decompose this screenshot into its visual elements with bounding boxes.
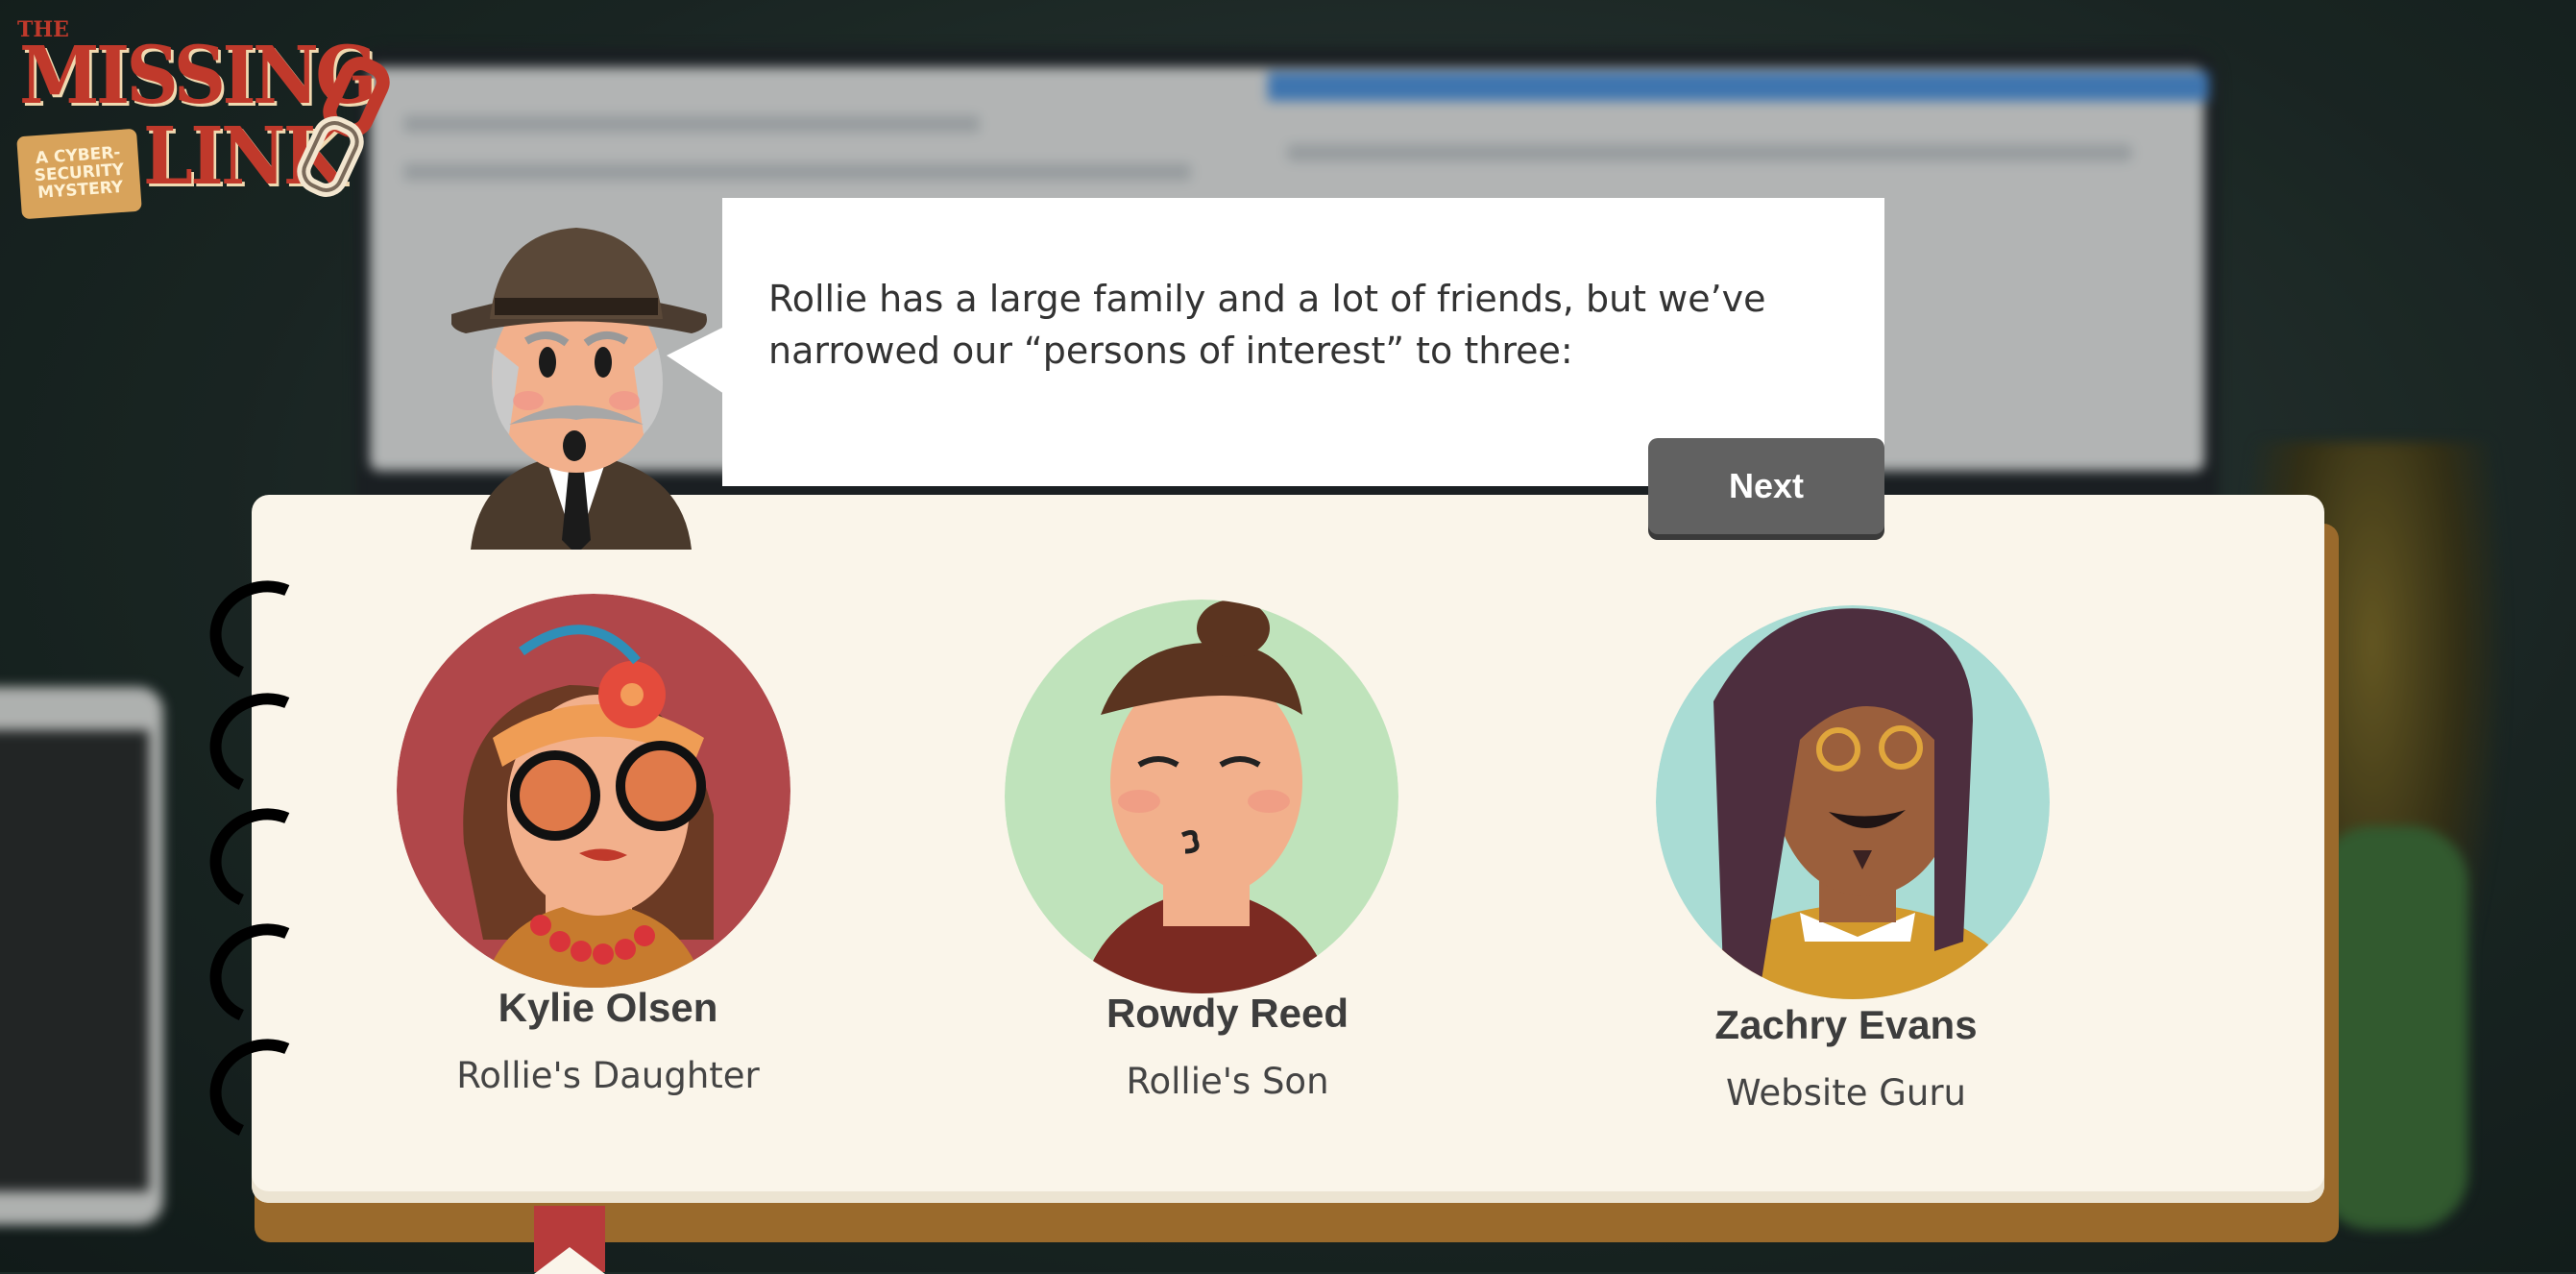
dialog-text: Rollie has a large family and a lot of f…	[768, 278, 1766, 372]
avatar-kylie[interactable]	[397, 594, 790, 988]
bookmark-ribbon-notch	[534, 1247, 605, 1274]
avatar-rowdy[interactable]	[1005, 600, 1398, 993]
next-button[interactable]: Next	[1648, 438, 1884, 534]
chain-link-icon	[297, 57, 390, 197]
person-name-kylie: Kylie Olsen	[498, 985, 718, 1030]
person-role-rowdy: Rollie's Son	[1126, 1061, 1329, 1102]
person-name-zachry: Zachry Evans	[1714, 1002, 1978, 1047]
zachry-portrait	[1656, 605, 2050, 999]
person-role-kylie: Rollie's Daughter	[456, 1055, 760, 1096]
logo-badge-text: A CYBER-SECURITY MYSTERY	[34, 143, 125, 203]
logo-badge: A CYBER-SECURITY MYSTERY	[16, 128, 142, 220]
person-role-zachry: Website Guru	[1725, 1072, 1967, 1114]
kylie-portrait	[397, 594, 790, 988]
speech-bubble-tail	[667, 327, 724, 394]
rowdy-portrait	[1005, 600, 1398, 993]
game-logo: THE MISSING LINK A CYBER-SECURITY MYSTER…	[13, 17, 390, 220]
avatar-zachry[interactable]	[1656, 605, 2050, 999]
person-name-rowdy: Rowdy Reed	[1106, 991, 1349, 1036]
